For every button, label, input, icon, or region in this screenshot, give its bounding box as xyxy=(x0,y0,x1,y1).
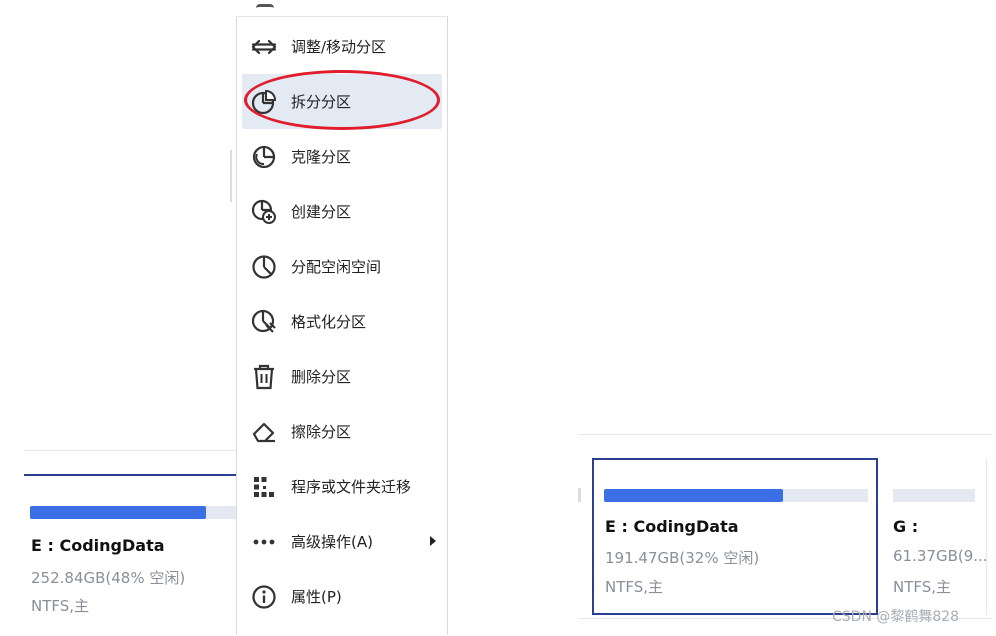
migrate-grid-icon xyxy=(250,473,278,501)
scroll-edge xyxy=(578,488,581,502)
usage-bar-fill xyxy=(30,506,206,519)
partition-size: 61.37GB(9... xyxy=(893,547,988,565)
menu-item-allocate-space[interactable]: 分配空闲空间 xyxy=(242,239,442,294)
menu-item-delete-partition[interactable]: 删除分区 xyxy=(242,349,442,404)
menu-item-wipe-partition[interactable]: 擦除分区 xyxy=(242,404,442,459)
watermark: CSDN @黎鹤舞828 xyxy=(832,609,960,625)
create-partition-icon xyxy=(250,198,278,226)
menu-item-app-migration[interactable]: 程序或文件夹迁移 xyxy=(242,459,442,514)
partition-size: 252.84GB(48% 空闲) xyxy=(31,569,186,587)
partial-icon xyxy=(256,4,274,19)
divider xyxy=(24,450,239,451)
menu-item-label: 分配空闲空间 xyxy=(291,258,382,276)
submenu-arrow-icon xyxy=(430,536,436,546)
menu-item-label: 格式化分区 xyxy=(291,313,367,331)
background-separator xyxy=(230,150,232,202)
partition-filesystem: NTFS,主 xyxy=(31,597,90,615)
menu-item-label: 克隆分区 xyxy=(291,148,352,166)
menu-item-format-partition[interactable]: 格式化分区 xyxy=(242,294,442,349)
menu-item-create-partition[interactable]: 创建分区 xyxy=(242,184,442,239)
menu-item-label: 属性(P) xyxy=(291,588,342,606)
eraser-icon xyxy=(250,418,278,446)
partition-size: 191.47GB(32% 空闲) xyxy=(605,549,760,567)
clone-partition-icon xyxy=(250,143,278,171)
menu-item-label: 删除分区 xyxy=(291,368,352,386)
divider xyxy=(578,434,992,435)
menu-item-resize-move[interactable]: 调整/移动分区 xyxy=(242,19,442,74)
menu-item-properties[interactable]: 属性(P) xyxy=(242,569,442,624)
usage-bar-fill xyxy=(604,489,783,502)
menu-item-clone-partition[interactable]: 克隆分区 xyxy=(242,129,442,184)
annotation-ellipse xyxy=(244,70,440,130)
info-icon xyxy=(250,583,278,611)
partition-name: E : CodingData xyxy=(31,536,165,555)
menu-item-label: 擦除分区 xyxy=(291,423,352,441)
partition-filesystem: NTFS,主 xyxy=(605,578,664,596)
menu-item-label: 程序或文件夹迁移 xyxy=(291,478,412,496)
trash-icon xyxy=(250,363,278,391)
resize-arrows-icon xyxy=(250,33,278,61)
partition-filesystem: NTFS,主 xyxy=(893,578,952,596)
menu-item-label: 调整/移动分区 xyxy=(291,38,387,56)
usage-bar-track xyxy=(893,489,975,502)
more-dots-icon xyxy=(250,528,278,556)
menu-item-label: 高级操作(A) xyxy=(291,533,373,551)
partition-name: E : CodingData xyxy=(605,517,739,536)
menu-item-label: 创建分区 xyxy=(291,203,352,221)
divider xyxy=(986,458,987,615)
menu-item-advanced[interactable]: 高级操作(A) xyxy=(242,514,442,569)
partition-name[interactable]: G : xyxy=(893,517,918,536)
format-partition-icon xyxy=(250,308,278,336)
allocate-space-icon xyxy=(250,253,278,281)
